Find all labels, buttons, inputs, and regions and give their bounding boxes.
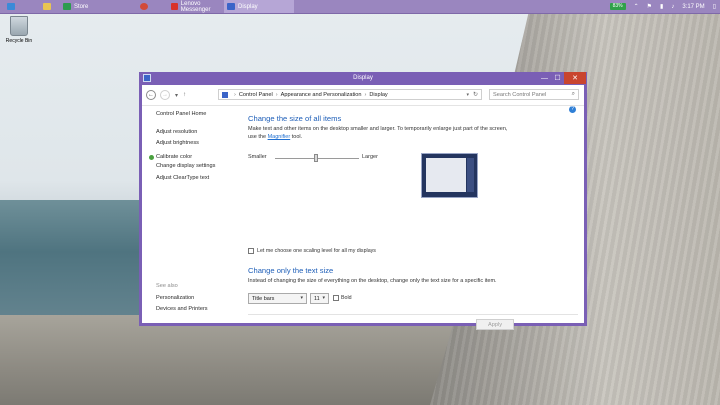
display-preview-image: [421, 153, 478, 198]
bold-checkbox[interactable]: [333, 295, 339, 301]
breadcrumb-chevron-icon[interactable]: ›: [234, 92, 236, 98]
display-window: Display — ☐ ✕ ← → ▾ ↑ › Control Panel › …: [139, 72, 587, 330]
size-select[interactable]: 11 ▾: [310, 293, 329, 304]
close-button[interactable]: ✕: [564, 72, 586, 84]
taskbar-item-chrome[interactable]: [137, 0, 161, 13]
system-tray: 83% ⌃ ⚑ ▮ ♪ 3:17 PM ▯: [609, 0, 716, 13]
volume-icon[interactable]: ♪: [671, 4, 674, 10]
navigation-bar: ← → ▾ ↑ › Control Panel › Appearance and…: [142, 85, 584, 106]
scaling-checkbox[interactable]: [248, 248, 254, 254]
title-bar[interactable]: Display — ☐ ✕: [139, 72, 587, 85]
apply-divider: [248, 314, 578, 315]
taskbar-label-display: Display: [238, 3, 258, 10]
messenger-icon: [171, 3, 178, 10]
display-icon: [227, 3, 235, 10]
breadcrumb-control-panel[interactable]: Control Panel: [239, 92, 273, 98]
scaling-checkbox-label: Let me choose one scaling level for all …: [257, 248, 376, 254]
chevron-down-icon: ▾: [300, 295, 303, 301]
desc-suffix: tool.: [290, 134, 303, 140]
maximize-button[interactable]: ☐: [551, 72, 564, 84]
ie-icon: [7, 3, 15, 10]
search-input[interactable]: Search Control Panel ⌕: [489, 89, 579, 100]
desc-prefix: use the: [248, 134, 268, 140]
color-wheel-icon: [149, 154, 154, 160]
taskbar: Store Lenovo Messenger Display 83% ⌃ ⚑ ▮…: [0, 0, 720, 14]
breadcrumb-chevron-icon[interactable]: ›: [276, 92, 278, 98]
sidebar-item-adjust-resolution[interactable]: Adjust resolution: [156, 129, 246, 141]
show-desktop-icon[interactable]: ▯: [713, 3, 716, 10]
heading-change-size: Change the size of all items: [248, 114, 342, 123]
window-title: Display: [353, 75, 373, 81]
item-select-value: Title bars: [252, 295, 275, 302]
sidebar: Control Panel Home Adjust resolution Adj…: [149, 111, 246, 187]
search-placeholder: Search Control Panel: [493, 91, 547, 98]
recycle-bin-icon: [10, 16, 28, 36]
back-button[interactable]: ←: [146, 90, 156, 100]
bold-checkbox-label: Bold: [341, 295, 352, 301]
flag-icon[interactable]: ⚑: [647, 3, 652, 10]
sidebar-item-label: Calibrate color: [156, 154, 193, 161]
sidebar-item-calibrate-color[interactable]: Calibrate color: [149, 152, 246, 164]
slider-larger-label: Larger: [362, 154, 378, 160]
window-client: ← → ▾ ↑ › Control Panel › Appearance and…: [142, 85, 584, 330]
taskbar-item-ie[interactable]: [4, 0, 24, 13]
recycle-bin-label: Recycle Bin: [5, 38, 33, 44]
see-also-devices-printers[interactable]: Devices and Printers: [156, 306, 246, 318]
help-icon[interactable]: ?: [569, 106, 576, 113]
slider-thumb[interactable]: [314, 154, 318, 162]
network-icon[interactable]: ▮: [660, 3, 663, 10]
see-also-label: See also: [156, 283, 178, 289]
recent-pages-chevron-icon[interactable]: ▾: [175, 92, 178, 99]
chrome-icon: [140, 3, 148, 10]
item-select[interactable]: Title bars ▾: [248, 293, 307, 304]
recycle-bin[interactable]: Recycle Bin: [3, 16, 35, 44]
heading-change-text-size: Change only the text size: [248, 266, 334, 275]
up-button[interactable]: ↑: [183, 92, 186, 98]
description-line2: use the Magnifier tool.: [248, 133, 302, 141]
preview-sidebar: [467, 158, 474, 192]
size-select-value: 11: [314, 295, 320, 302]
taskbar-item-messenger[interactable]: Lenovo Messenger: [168, 0, 224, 13]
breadcrumb-display[interactable]: Display: [369, 92, 387, 98]
refresh-icon[interactable]: ↻: [473, 91, 478, 98]
clock[interactable]: 3:17 PM: [682, 4, 704, 10]
taskbar-item-store[interactable]: Store: [60, 0, 130, 13]
description-text-size: Instead of changing the size of everythi…: [248, 278, 497, 284]
control-panel-crumb-icon: [222, 91, 228, 98]
taskbar-label-store: Store: [74, 3, 89, 10]
taskbar-label-messenger: Lenovo Messenger: [180, 0, 211, 13]
see-also-personalization[interactable]: Personalization: [156, 295, 246, 307]
sidebar-item-adjust-cleartype[interactable]: Adjust ClearType text: [156, 175, 246, 187]
taskbar-item-explorer[interactable]: [40, 0, 60, 13]
address-bar[interactable]: › Control Panel › Appearance and Persona…: [218, 89, 482, 100]
forward-button[interactable]: →: [160, 90, 170, 100]
slider-smaller-label: Smaller: [248, 154, 267, 160]
breadcrumb-appearance[interactable]: Appearance and Personalization: [281, 92, 362, 98]
breadcrumb-chevron-icon[interactable]: ›: [365, 92, 367, 98]
search-icon[interactable]: ⌕: [572, 91, 575, 98]
magnifier-link[interactable]: Magnifier: [268, 134, 291, 140]
taskbar-item-display[interactable]: Display: [224, 0, 294, 13]
size-slider: Smaller Larger: [248, 153, 408, 163]
chevron-up-icon[interactable]: ⌃: [634, 3, 639, 10]
sidebar-item-adjust-brightness[interactable]: Adjust brightness: [156, 140, 246, 152]
store-icon: [63, 3, 71, 10]
minimize-button[interactable]: —: [538, 72, 551, 84]
apply-button[interactable]: Apply: [476, 319, 514, 330]
preview-window: [426, 158, 466, 192]
see-also: See also Personalization Devices and Pri…: [156, 283, 246, 318]
battery-indicator[interactable]: 83%: [609, 3, 626, 10]
sidebar-item-home[interactable]: Control Panel Home: [156, 111, 246, 123]
folder-icon: [43, 3, 51, 10]
sidebar-item-change-display-settings[interactable]: Change display settings: [156, 163, 246, 175]
description-line1: Make text and other items on the desktop…: [248, 126, 508, 132]
chevron-down-icon: ▾: [322, 295, 325, 301]
address-dropdown-icon[interactable]: ▾: [466, 92, 469, 98]
